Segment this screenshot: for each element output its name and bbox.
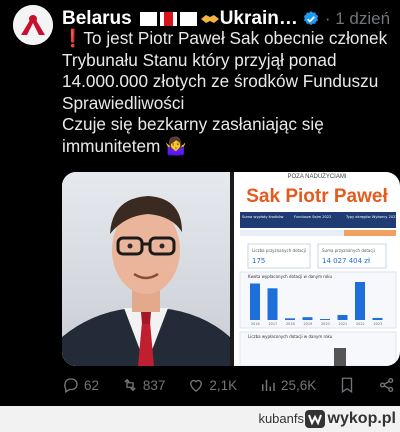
tweet-line-6: immunitetem xyxy=(62,135,161,156)
box1-value: 175 xyxy=(252,257,265,265)
wykop-logo[interactable]: wykop.pl xyxy=(304,409,396,429)
bookmark-icon xyxy=(341,377,353,394)
box1-label: Liczba przyznanych dotacji xyxy=(252,248,306,253)
box2-value: 14 027 404 zł xyxy=(322,257,370,265)
bottom-title: Liczba wypłaconych dotacji w danym roku xyxy=(248,334,333,339)
infographic-chart: Suma wypłaty środków Fundusze Sejm 2022 … xyxy=(239,212,398,366)
author-name-suffix[interactable]: Ukrain… xyxy=(220,8,298,30)
infographic-bar xyxy=(337,314,348,320)
belarus-flag-icon xyxy=(139,12,157,26)
tweet[interactable]: Belarus Ukrain… · 1 dzień ❗To jest Piotr… xyxy=(0,0,400,406)
infographic-bar xyxy=(285,318,295,320)
exclamation-icon: ❗ xyxy=(62,28,84,48)
infographic-bar xyxy=(250,283,260,320)
share-icon xyxy=(379,377,394,393)
infographic-bar-label: 2017 xyxy=(269,322,278,326)
handshake-icon xyxy=(200,15,219,23)
infographic-bar-label: 2022 xyxy=(356,322,365,326)
infographic-bar-label: 2023 xyxy=(374,322,383,326)
tweet-actions: 62 837 2,1K 25,6K xyxy=(62,374,396,396)
bookmark-button[interactable] xyxy=(338,376,356,394)
post-time[interactable]: · 1 dzień xyxy=(325,9,390,29)
views-count: 25,6K xyxy=(280,377,317,393)
reply-count: 62 xyxy=(84,377,100,393)
views-button[interactable]: 25,6K xyxy=(259,376,316,394)
repost-count: 837 xyxy=(142,377,166,393)
white-flag-icon xyxy=(179,12,197,26)
infographic-bar-label: 2018 xyxy=(286,322,295,326)
share-button[interactable] xyxy=(378,376,396,394)
tweet-line-1: To jest Piotr Paweł Sak obecnie członek xyxy=(83,28,388,48)
footer-username[interactable]: kubanfs xyxy=(258,411,304,426)
author-avatar[interactable] xyxy=(13,5,53,45)
box2-label: Suma przyznanych dotacji xyxy=(322,248,375,253)
belarus-flag-red-icon xyxy=(159,12,177,26)
reply-button[interactable]: 62 xyxy=(62,376,99,394)
infographic-bar-label: 2021 xyxy=(339,322,348,326)
reply-icon xyxy=(64,378,78,393)
infographic-bar xyxy=(267,288,278,320)
infographic-bar-label: 2016 xyxy=(251,322,260,326)
portrait-photo[interactable] xyxy=(62,172,230,366)
verified-badge-icon xyxy=(303,11,318,26)
wykop-footer: kubanfs z wykop.pl xyxy=(0,406,400,432)
stat-label-3: Typy okręgów Wyborcy 2022 xyxy=(345,215,398,219)
tweet-line-3: 14.000.000 złotych ze środków Funduszu xyxy=(62,71,379,92)
like-button[interactable]: 2,1K xyxy=(187,376,237,394)
author-name[interactable]: Belarus xyxy=(62,8,132,30)
infographic-bar xyxy=(320,319,330,320)
tweet-line-5: Czuje się bezkarny zasłaniając się xyxy=(62,114,324,135)
stat-label-1: Suma wypłaty środków xyxy=(242,215,284,219)
infographic-bar xyxy=(355,282,365,320)
infographic-bar xyxy=(372,317,383,320)
infographic-slide[interactable]: POZA NADUŻYCIAMI Sak Piotr Paweł Suma wy… xyxy=(234,172,400,366)
views-icon xyxy=(261,379,275,391)
like-count: 2,1K xyxy=(209,377,238,393)
infographic-bar-label: 2020 xyxy=(321,322,330,326)
tweet-line-4: Sprawiedliwości xyxy=(62,92,185,113)
shrug-icon: 🤷‍♀️ xyxy=(165,135,187,156)
repost-icon xyxy=(124,378,136,392)
wykop-logo-icon xyxy=(304,410,325,428)
infographic-bar-label: 2019 xyxy=(304,322,313,326)
tweet-media[interactable]: POZA NADUŻYCIAMI Sak Piotr Paweł Suma wy… xyxy=(62,172,400,366)
repost-button[interactable]: 837 xyxy=(121,376,166,394)
bars-title: Kwota wypłaconych dotacji w danym roku xyxy=(248,274,332,279)
infographic-bar xyxy=(302,317,313,320)
stat-label-2: Fundusze Sejm 2022 xyxy=(294,215,331,219)
wykop-site: wykop.pl xyxy=(327,410,396,427)
tweet-text: ❗To jest Piotr Paweł Sak obecnie członek… xyxy=(62,28,396,158)
tweet-line-2: Trybunału Stanu który przyjął ponad xyxy=(62,49,337,70)
heart-icon xyxy=(190,379,203,392)
